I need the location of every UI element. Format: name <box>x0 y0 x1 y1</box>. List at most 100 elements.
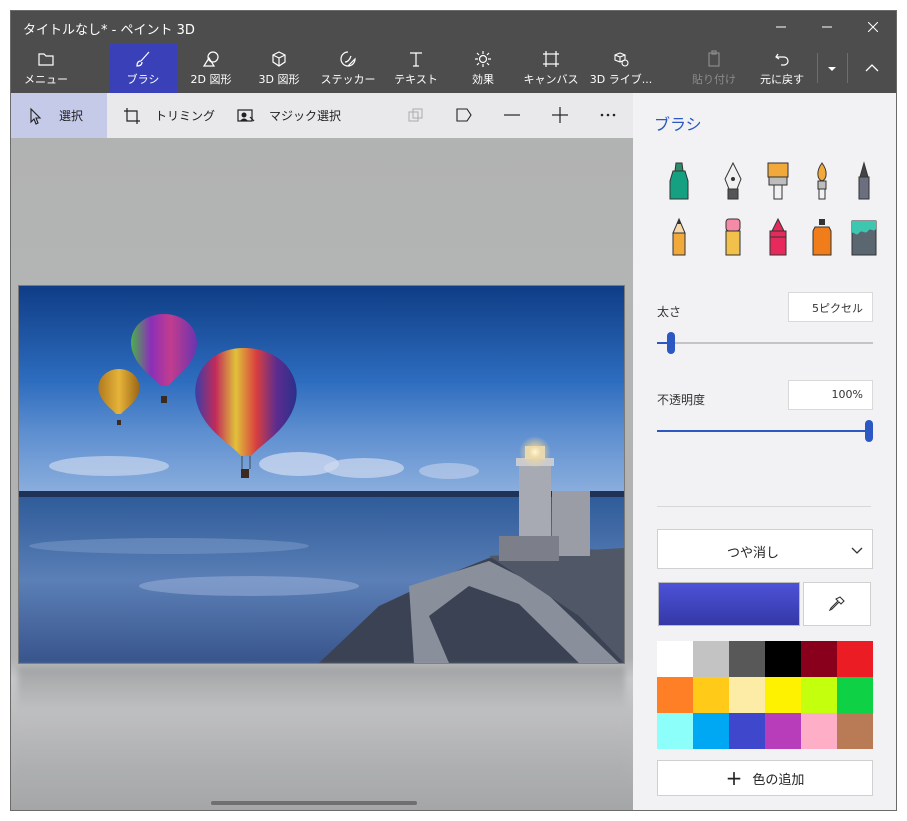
opacity-slider-fill <box>657 430 869 432</box>
select-button[interactable]: 選択 <box>11 93 107 138</box>
canvas-workspace[interactable] <box>11 138 633 810</box>
fill-bucket-icon[interactable] <box>850 217 878 257</box>
color-swatch[interactable] <box>837 677 873 713</box>
crop-button[interactable]: トリミング <box>123 93 223 138</box>
color-palette <box>657 641 873 749</box>
minimize-button[interactable] <box>758 11 804 43</box>
main-toolbar: メニュー ブラシ 2D 図形 3D 図形 ステッカー テキスト 効果 キャンバス… <box>11 43 896 93</box>
color-swatch[interactable] <box>801 677 837 713</box>
color-swatch[interactable] <box>801 641 837 677</box>
tool-effects-label: 効果 <box>472 72 494 86</box>
tool-canvas[interactable]: キャンバス <box>517 43 585 93</box>
calligraphy-pen-icon[interactable] <box>719 161 747 201</box>
color-swatch[interactable] <box>801 713 837 749</box>
sticker-icon <box>340 50 356 67</box>
canvas-icon <box>543 50 559 67</box>
thickness-input[interactable]: 5ピクセル <box>788 292 873 322</box>
more-icon[interactable] <box>599 106 617 124</box>
paste-icon <box>708 49 720 67</box>
oil-brush-icon[interactable] <box>764 161 792 201</box>
history-dropdown-button[interactable] <box>819 43 845 93</box>
undo-icon <box>775 53 789 66</box>
cube-icon <box>272 50 286 67</box>
color-swatch[interactable] <box>765 713 801 749</box>
minimize-button[interactable] <box>804 11 850 43</box>
tool-canvas-label: キャンバス <box>523 72 579 86</box>
folder-icon <box>38 52 54 66</box>
close-button[interactable] <box>850 11 896 43</box>
chevron-down-icon <box>851 547 863 554</box>
eyedropper-button[interactable] <box>803 582 871 626</box>
color-swatch[interactable] <box>729 641 765 677</box>
toolbar-separator <box>817 53 818 83</box>
spray-can-icon[interactable] <box>808 217 836 257</box>
tool-effects[interactable]: 効果 <box>449 43 517 93</box>
copy-icon[interactable] <box>407 106 425 124</box>
color-swatch[interactable] <box>693 677 729 713</box>
color-swatch[interactable] <box>765 677 801 713</box>
color-swatch[interactable] <box>729 677 765 713</box>
paint3d-window: タイトルなし* - ペイント 3D メニュー ブラシ 2D 図形 3D 図形 ス… <box>10 10 897 811</box>
pencil-icon[interactable] <box>665 217 693 257</box>
tool-text[interactable]: テキスト <box>383 43 449 93</box>
finish-value: つや消し <box>726 546 779 561</box>
color-swatch[interactable] <box>729 713 765 749</box>
watercolor-icon[interactable] <box>808 161 836 201</box>
color-swatch[interactable] <box>837 713 873 749</box>
lighthouse-balloons-image <box>19 286 624 663</box>
color-swatch[interactable] <box>693 641 729 677</box>
canvas-image[interactable] <box>18 285 625 664</box>
add-color-label: 色の追加 <box>752 772 805 788</box>
minimize-icon <box>822 26 832 28</box>
crop-label: トリミング <box>155 109 216 123</box>
thickness-slider-thumb[interactable] <box>667 332 676 354</box>
paste-button[interactable]: 貼り付け <box>683 43 745 93</box>
finish-dropdown[interactable]: つや消し <box>657 529 873 569</box>
menu-label: メニュー <box>24 72 68 86</box>
color-swatch[interactable] <box>657 641 693 677</box>
tool-3d-shapes[interactable]: 3D 図形 <box>245 43 313 93</box>
opacity-slider-thumb[interactable] <box>865 420 873 442</box>
tool-stickers-label: ステッカー <box>320 72 376 86</box>
canvas-reflection <box>18 666 625 776</box>
plus-icon: + <box>725 766 743 790</box>
tool-brush[interactable]: ブラシ <box>109 43 177 93</box>
eraser-icon[interactable] <box>719 217 747 257</box>
selection-toolbar: 選択 トリミング マジック選択 <box>11 93 633 138</box>
color-swatch[interactable] <box>657 713 693 749</box>
opacity-input[interactable]: 100% <box>788 380 873 410</box>
tool-2d-shapes-label: 2D 図形 <box>190 72 232 86</box>
tool-2d-shapes[interactable]: 2D 図形 <box>177 43 245 93</box>
pixel-pen-icon[interactable] <box>850 161 878 201</box>
opacity-label: 不透明度 <box>657 393 706 407</box>
horizontal-scrollbar[interactable] <box>211 801 417 805</box>
thickness-slider-track[interactable] <box>657 342 873 344</box>
panel-title: ブラシ <box>654 115 702 134</box>
menu-button[interactable]: メニュー <box>11 43 81 93</box>
sun-icon <box>475 50 491 67</box>
eyedropper-icon <box>828 596 845 612</box>
tool-3d-library[interactable]: 3D ライブ... <box>585 43 657 93</box>
current-color-swatch[interactable] <box>658 582 800 626</box>
text-icon <box>410 51 422 67</box>
magic-select-label: マジック選択 <box>269 109 342 123</box>
undo-button[interactable]: 元に戻す <box>753 43 811 93</box>
color-swatch[interactable] <box>765 641 801 677</box>
color-swatch[interactable] <box>693 713 729 749</box>
toolbar-separator <box>847 53 848 83</box>
window-title: タイトルなし* - ペイント 3D <box>23 23 195 38</box>
title-bar: タイトルなし* - ペイント 3D <box>11 11 896 43</box>
plus-icon[interactable] <box>551 106 569 124</box>
flag-icon[interactable] <box>455 106 473 124</box>
tool-3d-shapes-label: 3D 図形 <box>258 72 300 86</box>
magic-select-button[interactable]: マジック選択 <box>237 93 357 138</box>
brush-panel: ブラシ 太さ 5ピクセル 不透明度 100% つや消し + 色の追加 <box>633 93 896 810</box>
crayon-icon[interactable] <box>764 217 792 257</box>
add-color-button[interactable]: + 色の追加 <box>657 760 873 796</box>
marker-icon[interactable] <box>665 161 693 201</box>
minus-icon[interactable] <box>503 106 521 124</box>
tool-stickers[interactable]: ステッカー <box>313 43 383 93</box>
collapse-ribbon-button[interactable] <box>851 43 893 93</box>
color-swatch[interactable] <box>837 641 873 677</box>
color-swatch[interactable] <box>657 677 693 713</box>
